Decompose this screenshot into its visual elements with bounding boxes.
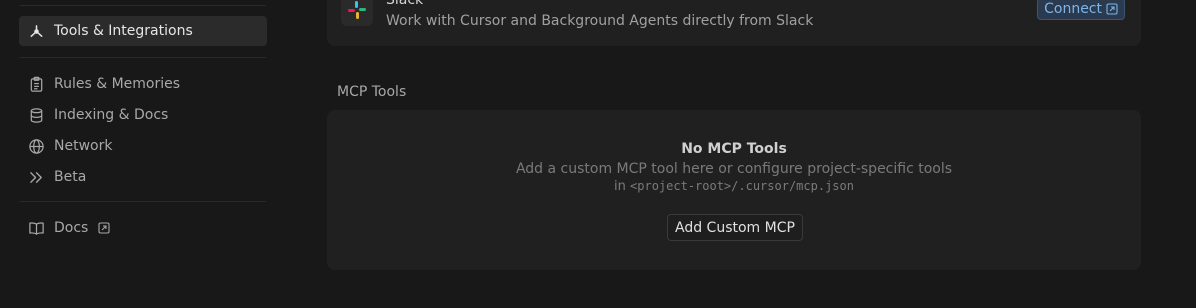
sidebar-item-rules-memories[interactable]: Rules & Memories (19, 69, 267, 99)
double-chevron-right-icon (27, 168, 45, 186)
globe-icon (27, 137, 45, 155)
sidebar-item-label: Beta (54, 169, 87, 185)
connect-label: Connect (1044, 1, 1102, 17)
external-link-icon (1106, 3, 1118, 15)
sidebar-item-label: Tools & Integrations (54, 23, 193, 39)
sidebar-divider (20, 201, 266, 202)
sidebar-item-indexing-docs[interactable]: Indexing & Docs (19, 100, 267, 130)
slack-integration-card: Slack Work with Cursor and Background Ag… (327, 0, 1141, 46)
sidebar-item-network[interactable]: Network (19, 131, 267, 161)
add-custom-mcp-button[interactable]: Add Custom MCP (667, 214, 803, 241)
sidebar-item-label: Rules & Memories (54, 76, 181, 92)
sidebar-divider (20, 5, 266, 6)
mcp-config-path-line: in <project-root>/.cursor/mcp.json (327, 179, 1141, 194)
book-icon (27, 219, 45, 237)
mcp-empty-title: No MCP Tools (681, 141, 787, 157)
sidebar-item-label: Indexing & Docs (54, 107, 169, 123)
mcp-section-title: MCP Tools (337, 84, 407, 100)
sidebar-item-beta[interactable]: Beta (19, 162, 267, 192)
slack-logo-icon (341, 0, 373, 26)
sidebar-item-tools-integrations[interactable]: Tools & Integrations (19, 16, 267, 46)
sidebar: Tools & Integrations Rules & Memories In… (0, 0, 290, 308)
mcp-path-prefix: in (614, 179, 626, 194)
clipboard-icon (27, 75, 45, 93)
external-link-icon (98, 222, 110, 234)
slack-title: Slack (386, 0, 424, 8)
connect-button[interactable]: Connect (1037, 0, 1125, 20)
mcp-empty-description: Add a custom MCP tool here or configure … (515, 161, 953, 177)
sidebar-item-label: Network (54, 138, 113, 154)
sidebar-item-docs[interactable]: Docs (19, 213, 267, 243)
sidebar-divider (20, 57, 266, 58)
mcp-tools-card: No MCP Tools Add a custom MCP tool here … (327, 110, 1141, 270)
add-custom-mcp-label: Add Custom MCP (675, 219, 795, 236)
sidebar-item-label: Docs (54, 220, 89, 236)
database-icon (27, 106, 45, 124)
tools-integrations-icon (27, 22, 45, 40)
settings-page: Tools & Integrations Rules & Memories In… (0, 0, 1196, 308)
mcp-config-path: <project-root>/.cursor/mcp.json (630, 179, 854, 193)
slack-description: Work with Cursor and Background Agents d… (386, 13, 814, 29)
